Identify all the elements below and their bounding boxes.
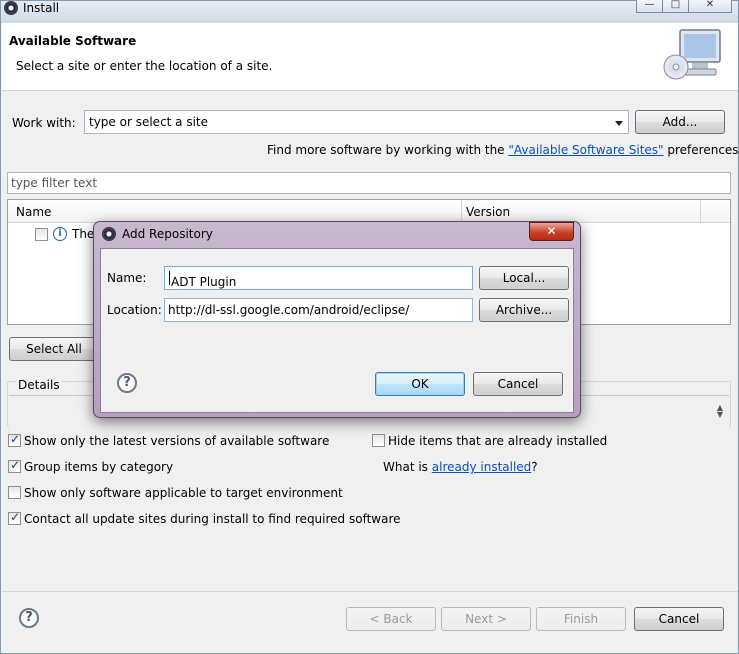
details-label: Details <box>16 378 62 392</box>
location-value: http://dl-ssl.google.com/android/eclipse… <box>168 303 410 317</box>
local-button[interactable]: Local... <box>479 266 569 290</box>
cancel-button[interactable]: Cancel <box>634 607 724 631</box>
info-icon: i <box>53 227 67 241</box>
work-with-value: type or select a site <box>89 115 209 129</box>
next-button[interactable]: Next > <box>441 607 531 631</box>
contact-sites-checkbox[interactable] <box>8 510 21 525</box>
filter-input[interactable]: type filter text <box>7 172 731 194</box>
more-software-prefix: Find more software by working with the <box>267 143 509 157</box>
close-window-button[interactable]: ✕ <box>688 0 732 13</box>
eclipse-icon <box>4 1 18 15</box>
page-subtitle: Select a site or enter the location of a… <box>16 59 273 73</box>
finish-button[interactable]: Finish <box>536 607 626 631</box>
available-sites-link[interactable]: "Available Software Sites" <box>508 143 663 157</box>
tree-header: Name Version <box>8 200 730 223</box>
already-installed-link[interactable]: already installed <box>432 460 532 474</box>
window-controls: — □ ✕ <box>636 0 732 13</box>
name-label: Name: <box>107 271 147 285</box>
ok-button[interactable]: OK <box>375 372 465 396</box>
tree-row-text[interactable]: The <box>72 227 94 241</box>
text-caret <box>169 271 170 285</box>
filter-placeholder: type filter text <box>11 176 98 190</box>
chevron-down-icon[interactable] <box>615 121 623 126</box>
maximize-button[interactable]: □ <box>662 0 689 13</box>
eclipse-icon <box>102 227 116 241</box>
title-bar[interactable]: Install — □ ✕ <box>1 0 738 23</box>
location-label: Location: <box>107 303 162 317</box>
more-software-suffix: preferences. <box>663 143 739 157</box>
what-is-suffix: ? <box>531 460 538 474</box>
column-separator <box>461 200 462 223</box>
add-site-button[interactable]: Add... <box>635 110 725 134</box>
name-input[interactable]: ADT Plugin <box>164 266 473 290</box>
column-separator <box>700 200 701 223</box>
dialog-close-button[interactable]: ✕ <box>529 222 574 241</box>
group-category-checkbox[interactable] <box>8 458 21 473</box>
contact-sites-label: Contact all update sites during install … <box>24 512 401 526</box>
dialog-title: Add Repository <box>122 227 213 241</box>
work-with-label: Work with: <box>12 116 76 130</box>
select-all-button[interactable]: Select All <box>9 337 99 361</box>
location-input[interactable]: http://dl-ssl.google.com/android/eclipse… <box>164 298 473 322</box>
footer-separator <box>2 591 738 592</box>
page-title: Available Software <box>9 34 137 48</box>
hide-installed-checkbox[interactable] <box>372 434 385 447</box>
work-with-combo[interactable]: type or select a site <box>84 110 629 134</box>
help-icon[interactable]: ? <box>117 373 137 393</box>
wizard-header: Available Software Select a site or ente… <box>2 23 738 91</box>
column-version[interactable]: Version <box>466 205 510 219</box>
archive-button[interactable]: Archive... <box>479 298 569 322</box>
latest-versions-checkbox[interactable] <box>8 432 21 447</box>
what-is-prefix: What is <box>383 460 432 474</box>
target-env-checkbox[interactable] <box>8 486 21 499</box>
latest-versions-label: Show only the latest versions of availab… <box>24 434 330 448</box>
tree-row-checkbox[interactable] <box>35 228 48 241</box>
back-button[interactable]: < Back <box>346 607 436 631</box>
monitor-cd-icon <box>663 29 721 80</box>
name-value: ADT Plugin <box>171 275 237 289</box>
add-repository-dialog: Add Repository ✕ Name: ADT Plugin Local.… <box>93 221 581 418</box>
what-is-installed-text: What is already installed? <box>383 460 538 474</box>
scroll-arrows-icon[interactable]: ▲ ▼ <box>714 404 726 420</box>
more-software-text: Find more software by working with the "… <box>267 143 739 157</box>
dialog-body: Name: ADT Plugin Local... Location: http… <box>100 248 574 413</box>
window-title: Install <box>23 1 60 15</box>
hide-installed-label: Hide items that are already installed <box>388 434 608 448</box>
minimize-button[interactable]: — <box>636 0 663 13</box>
target-env-label: Show only software applicable to target … <box>24 486 343 500</box>
group-category-label: Group items by category <box>24 460 174 474</box>
dialog-cancel-button[interactable]: Cancel <box>473 372 563 396</box>
help-icon[interactable]: ? <box>19 608 39 628</box>
column-name[interactable]: Name <box>16 205 51 219</box>
